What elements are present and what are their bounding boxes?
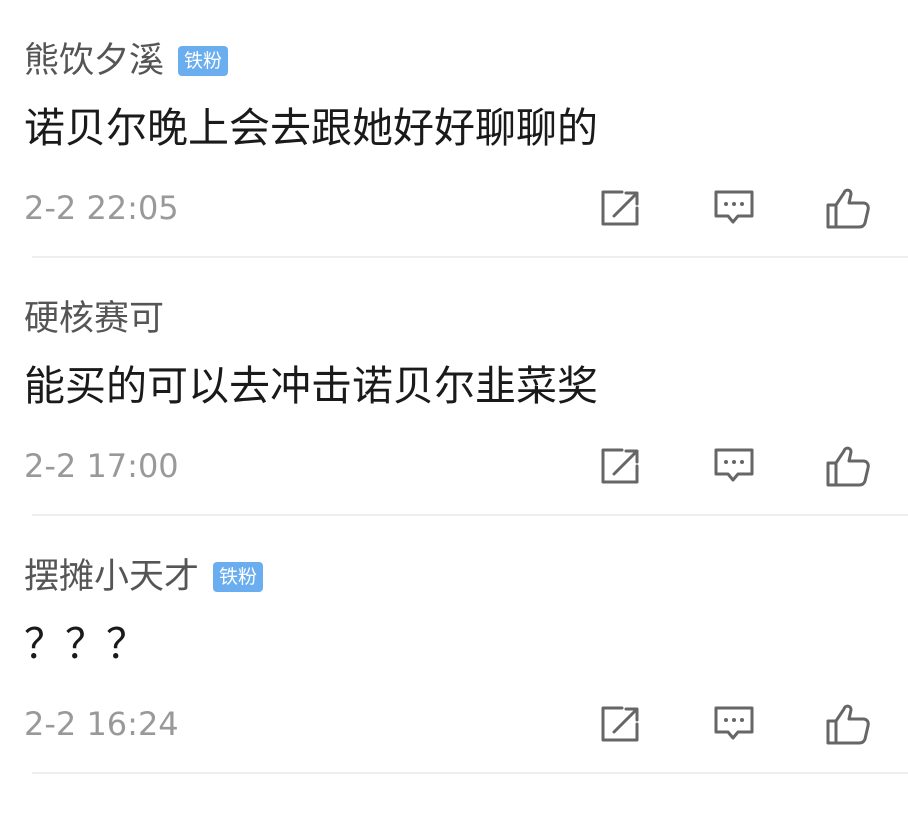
comment-text: ？？？ <box>24 620 147 668</box>
reply-button[interactable] <box>706 696 762 752</box>
reply-button[interactable] <box>706 438 762 494</box>
username[interactable]: 熊饮夕溪 <box>24 38 164 84</box>
comment-item: 熊饮夕溪 铁粉 诺贝尔晚上会去跟她好好聊聊的 2-2 22:05 <box>0 0 908 258</box>
like-button[interactable] <box>820 180 876 236</box>
share-button[interactable] <box>592 180 648 236</box>
comment-header: 硬核赛可 <box>24 296 164 342</box>
thumbs-up-icon <box>826 704 870 745</box>
username[interactable]: 硬核赛可 <box>24 296 164 342</box>
fan-badge: 铁粉 <box>178 46 229 76</box>
like-button[interactable] <box>820 438 876 494</box>
comment-item: 硬核赛可 能买的可以去冲击诺贝尔韭菜奖 2-2 17:00 <box>0 258 908 516</box>
thumbs-up-icon <box>826 188 870 229</box>
share-button[interactable] <box>592 696 648 752</box>
username[interactable]: 摆摊小天才 <box>24 554 199 600</box>
comment-icon <box>714 706 754 740</box>
divider <box>32 772 908 774</box>
thumbs-up-icon <box>826 446 870 487</box>
comment-icon <box>714 448 754 482</box>
comment-item: 摆摊小天才 铁粉 ？？？ 2-2 16:24 <box>0 516 908 774</box>
reply-button[interactable] <box>706 180 762 236</box>
comment-text: 诺贝尔晚上会去跟她好好聊聊的 <box>24 104 598 152</box>
comment-timestamp: 2-2 22:05 <box>24 189 179 227</box>
comment-timestamp: 2-2 17:00 <box>24 447 179 485</box>
comment-text: 能买的可以去冲击诺贝尔韭菜奖 <box>24 362 598 410</box>
comment-header: 摆摊小天才 铁粉 <box>24 554 264 600</box>
fan-badge: 铁粉 <box>213 562 264 592</box>
share-icon <box>601 190 639 226</box>
comment-timestamp: 2-2 16:24 <box>24 705 179 743</box>
share-icon <box>601 706 639 742</box>
share-icon <box>601 448 639 484</box>
share-button[interactable] <box>592 438 648 494</box>
comment-header: 熊饮夕溪 铁粉 <box>24 38 229 84</box>
like-button[interactable] <box>820 696 876 752</box>
comment-icon <box>714 190 754 224</box>
